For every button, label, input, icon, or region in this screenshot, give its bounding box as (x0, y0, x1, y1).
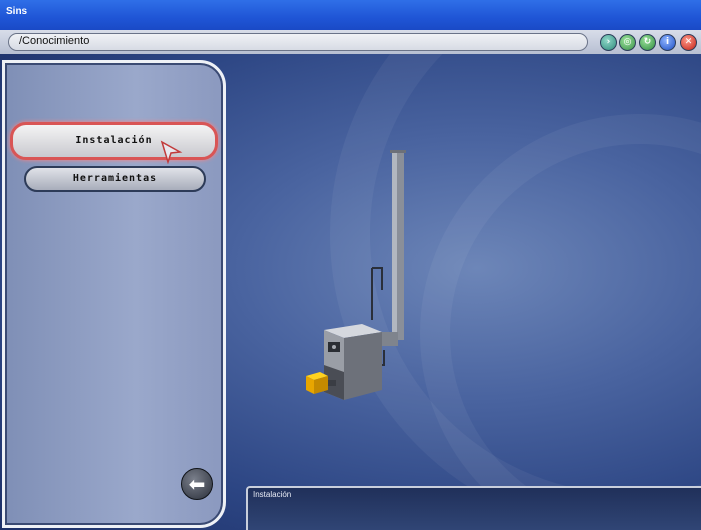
globe-icon[interactable]: ◎ (619, 34, 636, 51)
window-title: Sins (6, 6, 28, 17)
refresh-icon[interactable]: ↻ (639, 34, 656, 51)
mouse-cursor-icon (160, 140, 183, 164)
info-panel-title: Instalación (253, 490, 292, 499)
close-icon[interactable]: ✕ (680, 34, 697, 51)
path-toolbar: /Conocimiento › ◎ ↻ i ✕ (0, 30, 701, 54)
path-text: /Conocimiento (19, 35, 90, 47)
boiler-3d-model[interactable] (294, 150, 424, 410)
back-arrow-icon[interactable]: ⬅ (181, 468, 213, 500)
nav-button-herramientas[interactable]: Herramientas (24, 166, 206, 192)
forward-icon[interactable]: › (600, 34, 617, 51)
window-titlebar: Sins (0, 0, 701, 30)
info-icon[interactable]: i (659, 34, 676, 51)
path-field[interactable]: /Conocimiento (8, 33, 588, 51)
info-panel: Instalación (246, 486, 701, 530)
nav-button-instalacion[interactable]: Instalación (10, 122, 218, 160)
